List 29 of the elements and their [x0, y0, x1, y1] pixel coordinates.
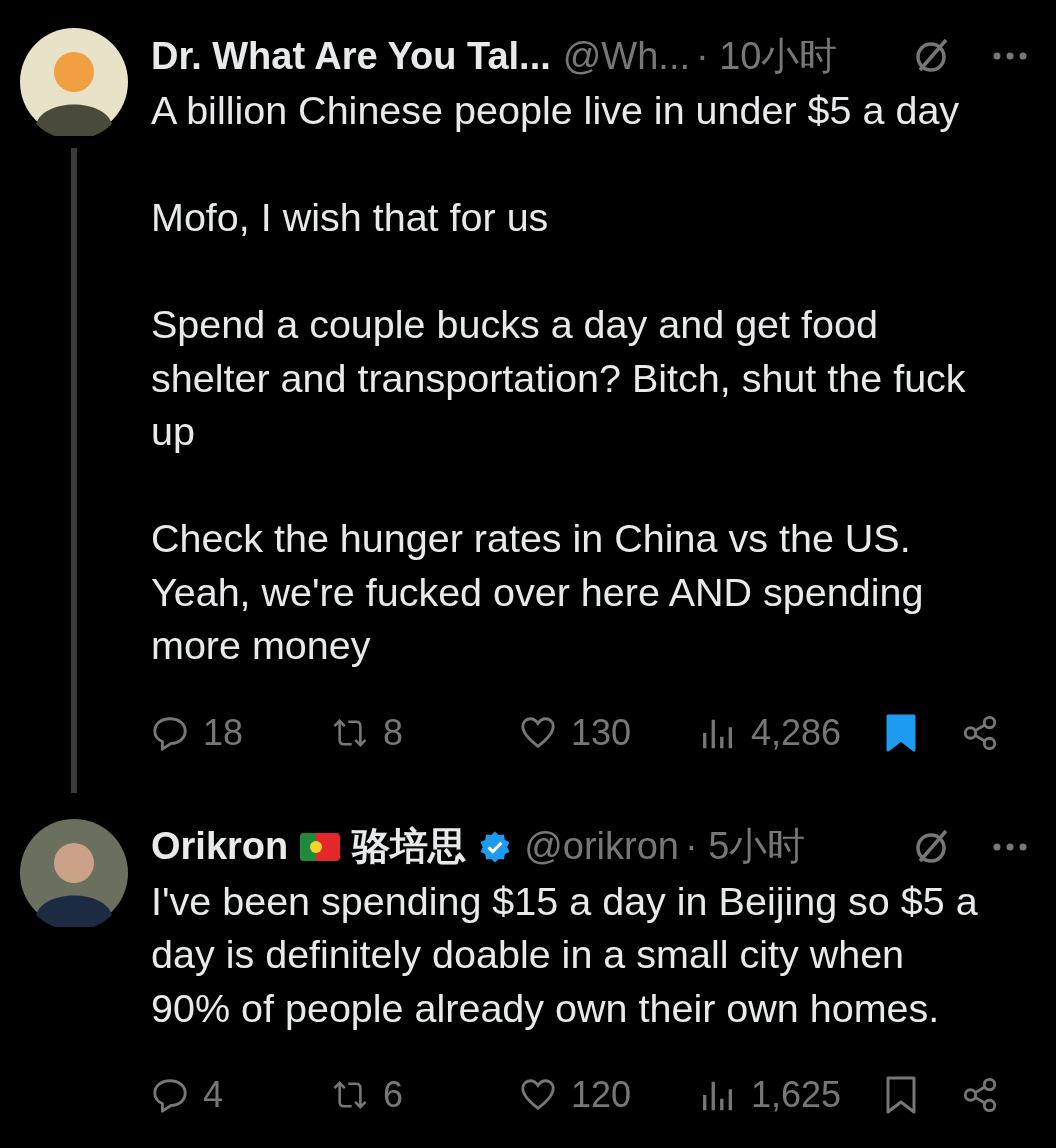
more-icon[interactable]: [992, 841, 1028, 852]
repost-count: 8: [383, 711, 404, 754]
share-icon[interactable]: [961, 1076, 999, 1114]
bookmark-icon[interactable]: [885, 1075, 917, 1115]
avatar[interactable]: [20, 818, 128, 927]
reply-icon[interactable]: [151, 1076, 189, 1114]
post-text: I've been spending $15 a day in Beijing so $5 a day is definitely doable in a small city when 90% of people already own their own homes.: [151, 877, 979, 1032]
display-name-alt[interactable]: 骆培思: [352, 821, 467, 872]
bookmark-icon[interactable]: [885, 712, 917, 753]
user-handle[interactable]: @Wh...: [562, 34, 690, 78]
reply-count: 4: [203, 1074, 224, 1116]
repost-count: 6: [383, 1074, 404, 1116]
avatar[interactable]: [20, 28, 128, 136]
view-count: 1,625: [751, 1074, 842, 1116]
user-handle[interactable]: @orikron: [524, 825, 679, 868]
post-time[interactable]: · 10小时: [696, 30, 838, 82]
view-count: 4,286: [751, 711, 842, 754]
post-text: Spend a couple bucks a day and get food shelter and transportation? Bitch, shut the fuck up: [151, 301, 967, 455]
like-count: 120: [571, 1074, 632, 1116]
post-text: Check the hunger rates in China vs the US. Yeah, we're fucked over here AND spending more money: [151, 515, 925, 669]
post-time[interactable]: · 5小时: [685, 821, 806, 872]
like-count: 130: [571, 711, 632, 754]
display-name[interactable]: Dr. What Are You Tal...: [151, 34, 551, 78]
display-name[interactable]: Orikron: [151, 825, 289, 868]
more-icon[interactable]: [992, 51, 1028, 61]
post-text: A billion Chinese people live in under $5 a day: [151, 87, 961, 134]
reply-count: 18: [203, 711, 244, 754]
post-text: Mofo, I wish that for us: [151, 194, 550, 241]
share-icon[interactable]: [961, 713, 999, 752]
